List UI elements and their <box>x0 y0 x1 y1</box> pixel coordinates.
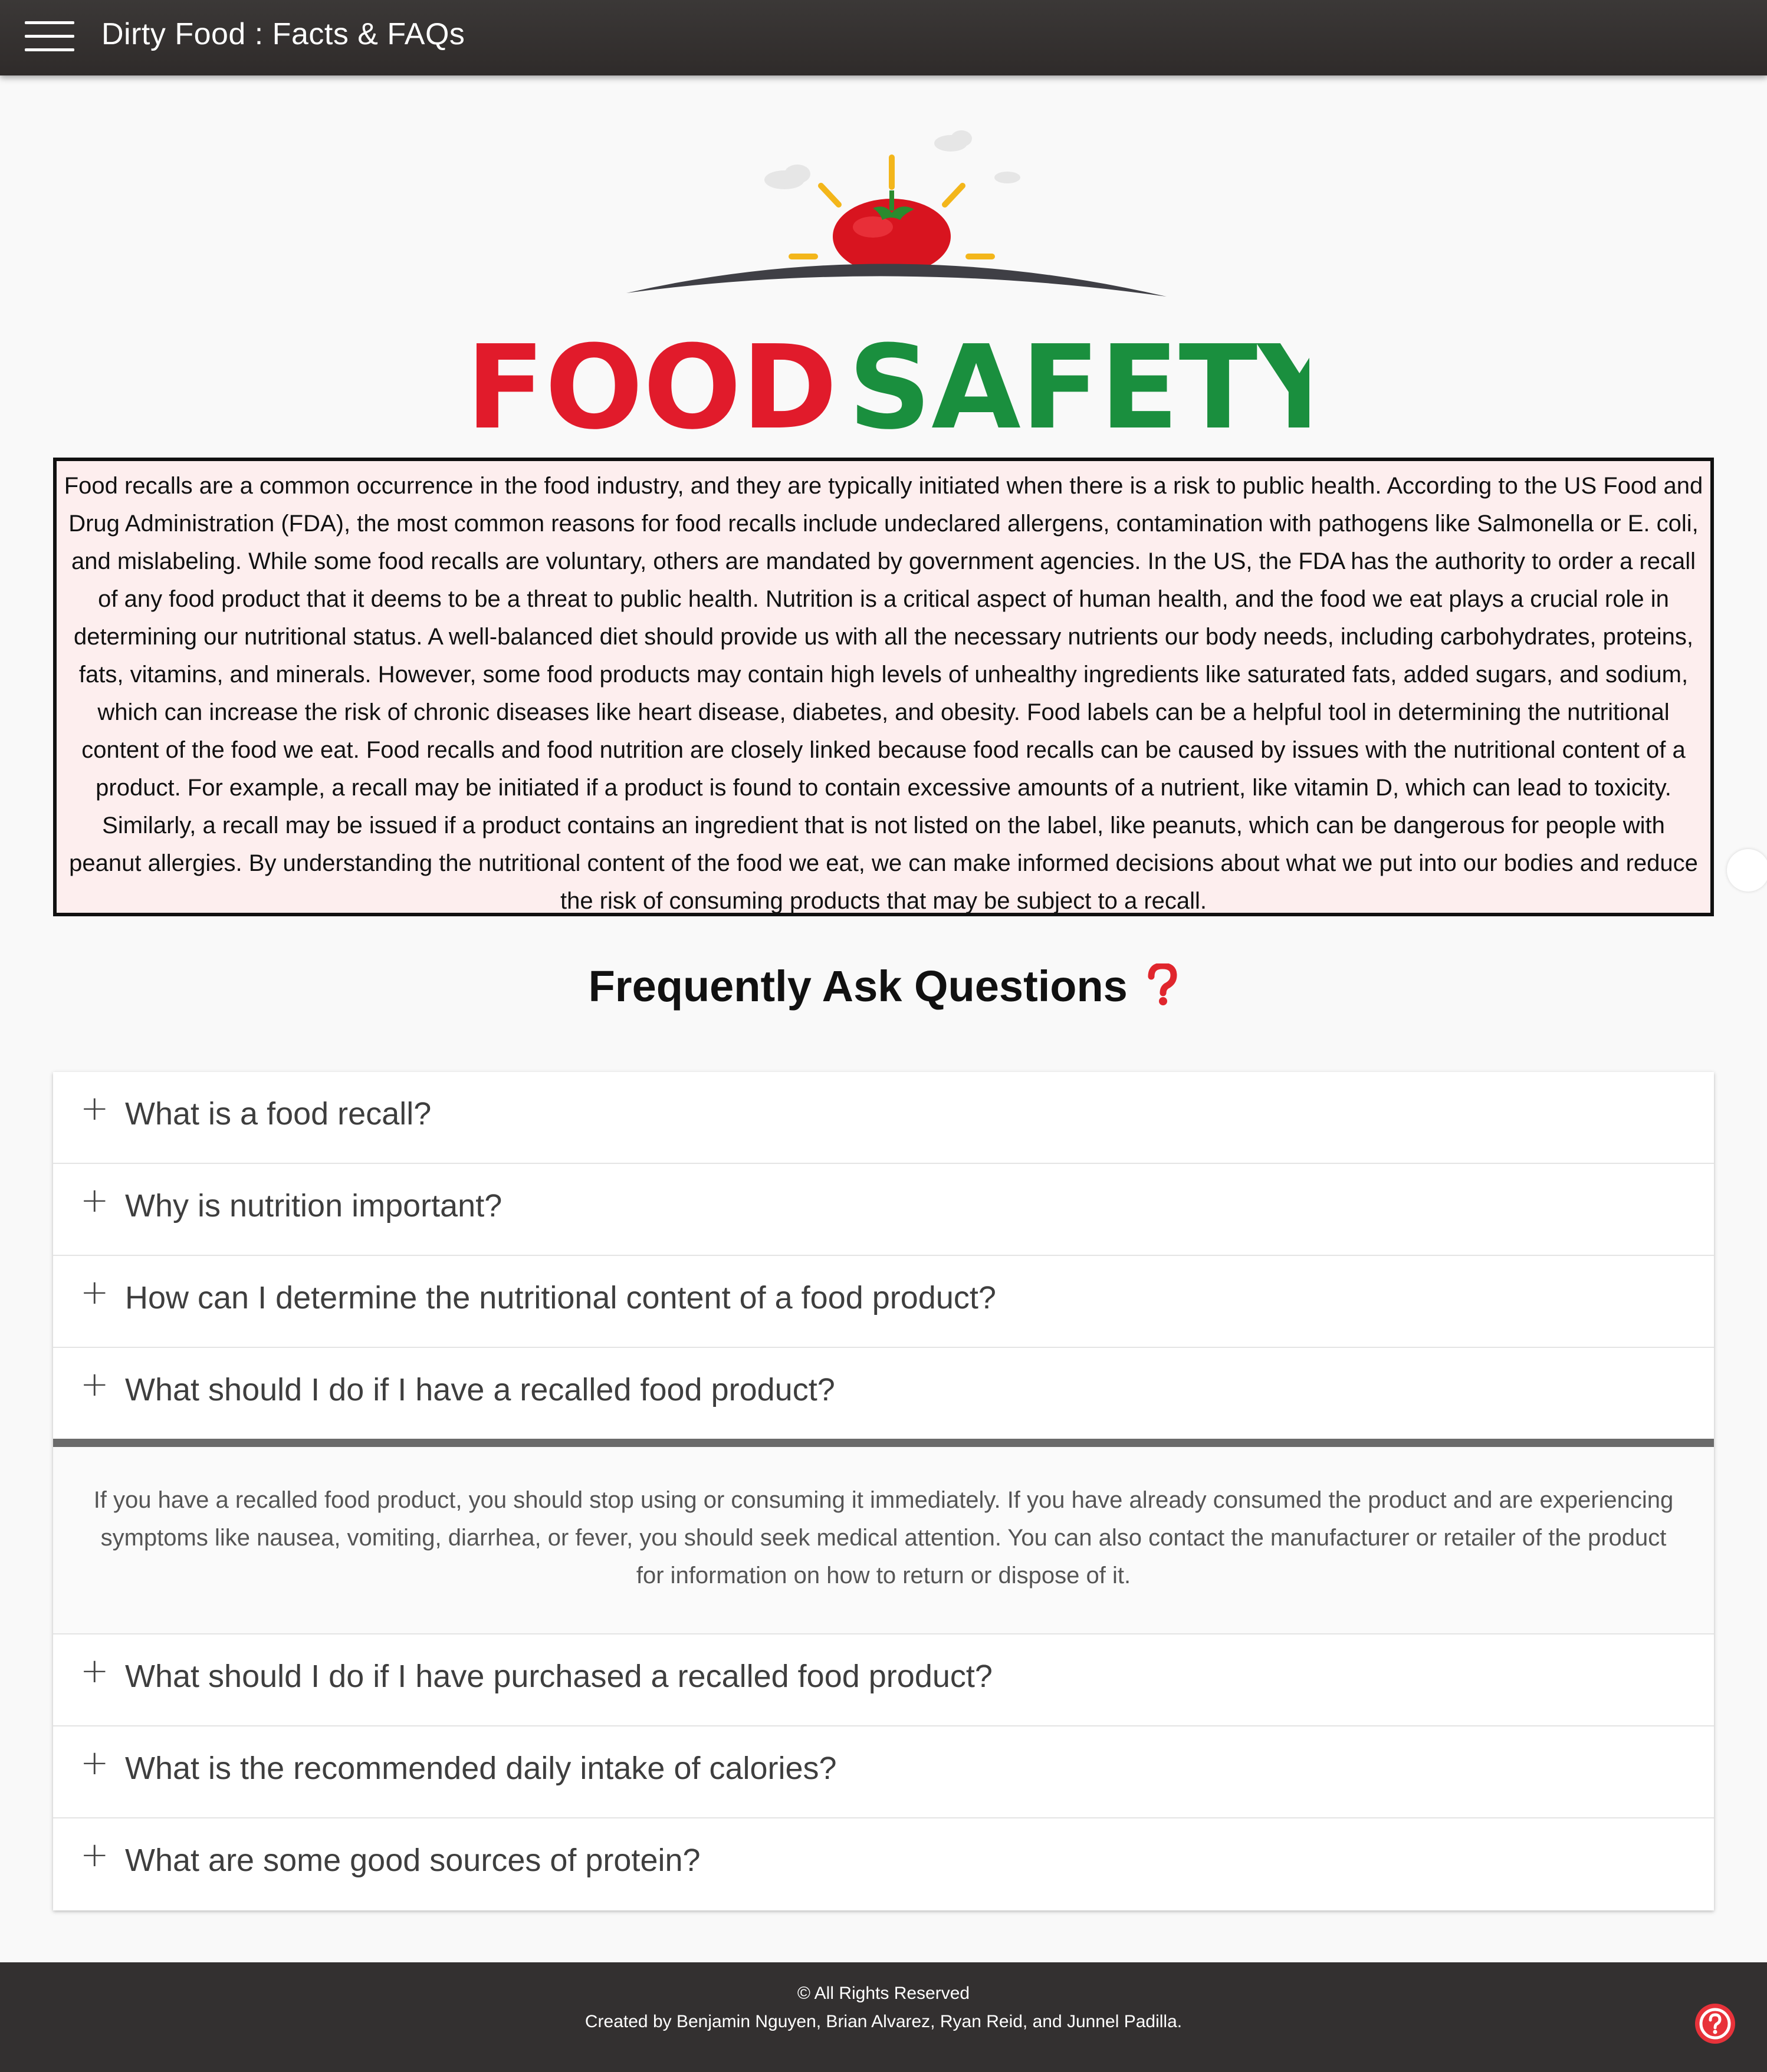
faq-question: Why is nutrition important? <box>125 1188 502 1224</box>
expand-plus-icon: + <box>80 1180 109 1220</box>
faq-question: What are some good sources of protein? <box>125 1843 701 1878</box>
expand-plus-icon: + <box>80 1742 109 1782</box>
faq-accordion: + What is a food recall? + Why is nutrit… <box>53 1072 1714 1910</box>
faq-question: How can I determine the nutritional cont… <box>125 1280 996 1315</box>
top-app-bar: Dirty Food : Facts & FAQs <box>0 0 1767 75</box>
tomato-icon <box>833 190 951 274</box>
faq-item[interactable]: + Why is nutrition important? <box>53 1164 1714 1256</box>
red-question-mark-icon <box>1148 963 1177 1005</box>
faq-item[interactable]: + What is a food recall? <box>53 1072 1714 1164</box>
faq-question: What is a food recall? <box>125 1096 432 1132</box>
intro-paragraph: Food recalls are a common occurrence in … <box>53 458 1714 916</box>
expand-plus-icon: + <box>80 1088 109 1128</box>
app-title: Dirty Food : Facts & FAQs <box>101 17 465 51</box>
scroll-handle[interactable] <box>1727 849 1767 892</box>
expand-plus-icon: + <box>80 1834 109 1874</box>
faq-item[interactable]: + What should I do if I have purchased a… <box>53 1634 1714 1726</box>
faq-item[interactable]: + How can I determine the nutritional co… <box>53 1256 1714 1348</box>
expand-plus-icon: + <box>80 1650 109 1691</box>
logo-word-food: FOOD <box>466 321 837 439</box>
faq-item-expanded[interactable]: + What should I do if I have a recalled … <box>53 1348 1714 1439</box>
expand-plus-icon: + <box>80 1272 109 1312</box>
faq-question: What is the recommended daily intake of … <box>125 1751 837 1786</box>
faq-heading: Frequently Ask Questions <box>0 961 1767 1011</box>
accordion-active-divider <box>53 1439 1714 1447</box>
logo-word-safety: SAFETY <box>848 321 1309 439</box>
help-question-icon[interactable] <box>1695 2004 1735 2044</box>
faq-answer: If you have a recalled food product, you… <box>53 1447 1714 1634</box>
faq-item[interactable]: + What are some good sources of protein? <box>53 1818 1714 1910</box>
food-safety-logo: FOOD SAFETY <box>466 130 1309 439</box>
faq-heading-text: Frequently Ask Questions <box>588 962 1128 1011</box>
footer-credits: Created by Benjamin Nguyen, Brian Alvare… <box>584 2012 1183 2031</box>
faq-item[interactable]: + What is the recommended daily intake o… <box>53 1726 1714 1818</box>
faq-question: What should I do if I have a recalled fo… <box>125 1372 835 1407</box>
hamburger-menu-icon[interactable] <box>25 21 74 52</box>
footer-rights: © All Rights Reserved <box>797 1984 970 2003</box>
site-footer: © All Rights Reserved Created by Benjami… <box>0 1962 1767 2072</box>
faq-question: What should I do if I have purchased a r… <box>125 1659 993 1694</box>
expand-plus-icon: + <box>80 1364 109 1404</box>
